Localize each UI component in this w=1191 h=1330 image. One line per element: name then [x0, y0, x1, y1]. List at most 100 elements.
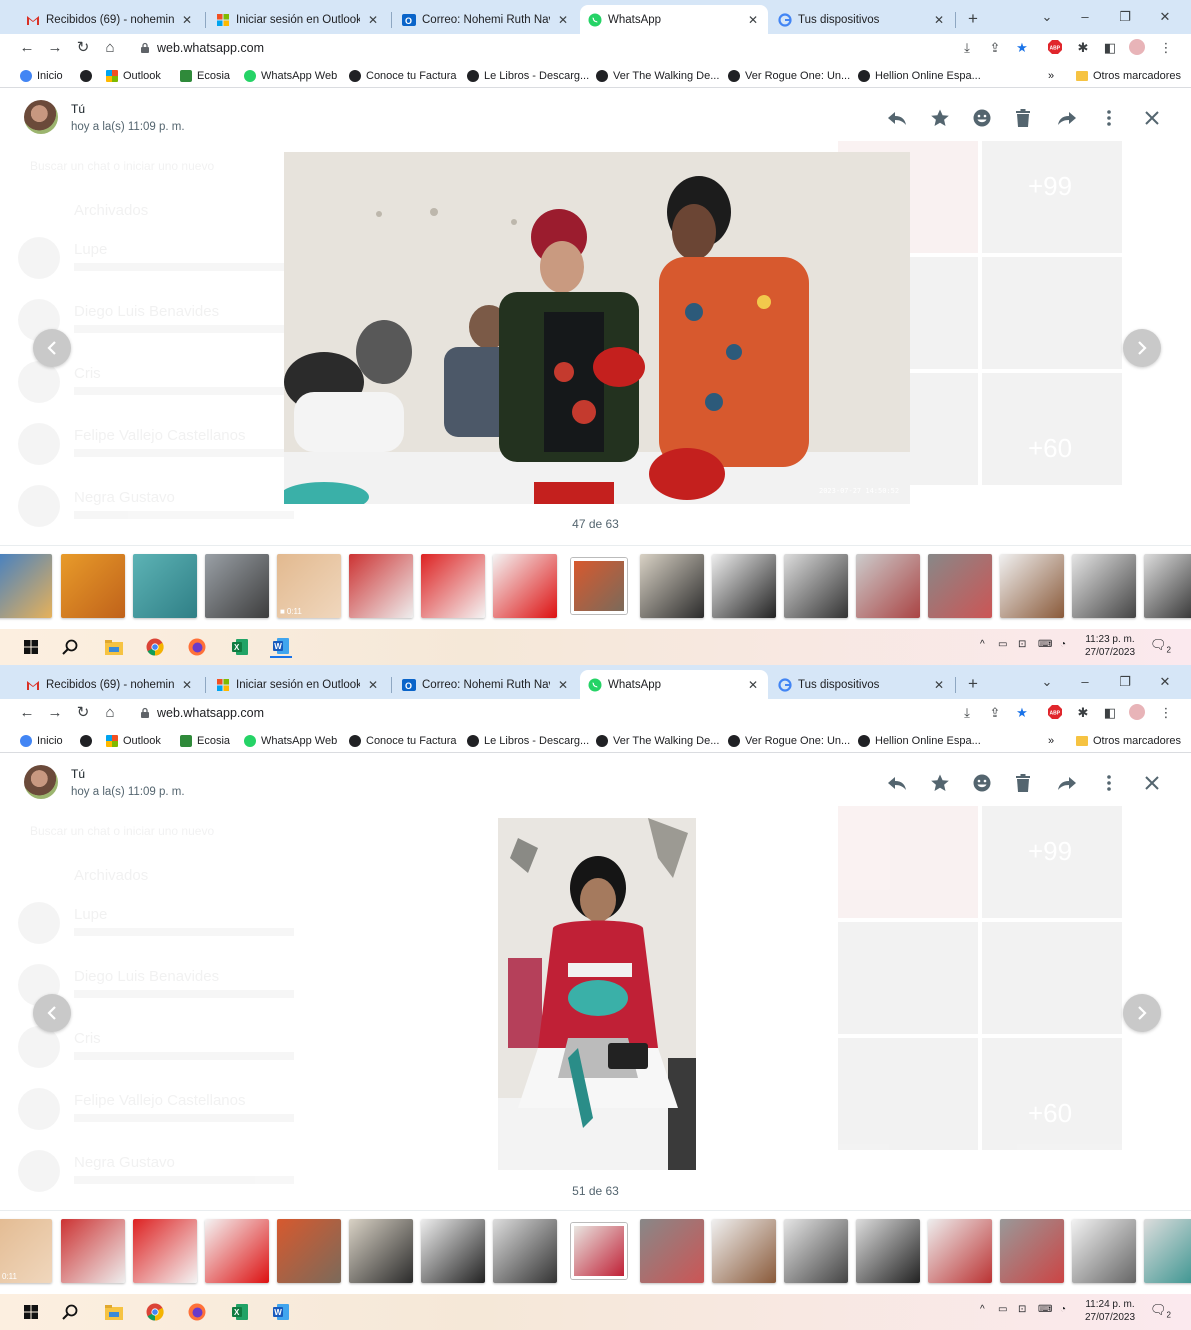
media-thumbnail[interactable]	[61, 554, 125, 618]
keyboard-icon[interactable]: ⌨	[1038, 1304, 1052, 1315]
bookmark-walking-dead[interactable]: Ver The Walking De...	[596, 733, 719, 749]
network-icon[interactable]: ⊡	[1018, 1304, 1026, 1315]
media-thumbnail-selected[interactable]	[571, 558, 627, 614]
excel-icon[interactable]: X	[229, 1301, 251, 1323]
previous-media-button[interactable]	[33, 329, 71, 367]
bookmark-hellion[interactable]: Hellion Online Espa...	[858, 68, 981, 84]
close-tab-icon[interactable]: ✕	[746, 678, 760, 692]
new-tab-button[interactable]: +	[962, 673, 984, 695]
star-icon[interactable]	[929, 107, 951, 129]
chevron-up-icon[interactable]: ^	[980, 1304, 985, 1315]
other-bookmarks[interactable]: Otros marcadores	[1076, 68, 1181, 84]
media-thumbnail[interactable]	[928, 1219, 992, 1283]
lock-icon[interactable]	[140, 42, 150, 53]
restore-button[interactable]: ❐	[1110, 6, 1140, 28]
windows-start-icon[interactable]	[20, 636, 42, 658]
tab-outlook-mail[interactable]: O Correo: Nohemi Ruth Navarr ✕	[394, 5, 578, 34]
media-thumbnail[interactable]	[421, 554, 485, 618]
system-clock[interactable]: 11:23 p. m. 27/07/2023	[1075, 633, 1145, 659]
bookmark-star-icon[interactable]: ★	[1013, 704, 1031, 722]
media-thumbnail[interactable]	[1144, 554, 1191, 618]
tab-outlook-login[interactable]: Iniciar sesión en Outlook ✕	[208, 670, 388, 699]
forward-icon[interactable]	[1056, 107, 1078, 129]
media-video-thumbnail[interactable]: 0:11	[0, 1219, 52, 1283]
minimize-button[interactable]: –	[1070, 671, 1100, 693]
browser-menu-icon[interactable]: ⋮	[1157, 39, 1175, 57]
word-icon[interactable]: W	[270, 1301, 292, 1323]
tab-whatsapp[interactable]: WhatsApp ✕	[580, 670, 768, 699]
media-video-thumbnail[interactable]: ■ 0:11	[277, 554, 341, 618]
bookmark-le-libros[interactable]: Le Libros - Descarg...	[467, 733, 589, 749]
reply-icon[interactable]	[886, 772, 908, 794]
emoji-icon[interactable]	[971, 107, 993, 129]
back-icon[interactable]: ←	[16, 702, 38, 724]
bookmark-outlook[interactable]: Outlook	[106, 733, 161, 749]
tab-search-chevron-icon[interactable]: ⌄	[1032, 671, 1062, 693]
browser-menu-icon[interactable]: ⋮	[1157, 704, 1175, 722]
file-explorer-icon[interactable]	[103, 636, 125, 658]
delete-icon[interactable]	[1012, 772, 1034, 794]
media-thumbnail[interactable]	[1072, 1219, 1136, 1283]
media-thumbnail[interactable]	[421, 1219, 485, 1283]
side-panel-icon[interactable]: ◧	[1101, 39, 1119, 57]
chrome-icon[interactable]	[144, 1301, 166, 1323]
bookmark-rogue-one[interactable]: Ver Rogue One: Un...	[728, 733, 850, 749]
share-icon[interactable]: ⇪	[986, 704, 1004, 722]
adblock-icon[interactable]: ABP	[1046, 704, 1064, 722]
media-thumbnail[interactable]	[0, 554, 52, 618]
restore-button[interactable]: ❐	[1110, 671, 1140, 693]
install-app-icon[interactable]: ⤓	[958, 39, 976, 57]
media-thumbnail[interactable]	[640, 1219, 704, 1283]
close-tab-icon[interactable]: ✕	[932, 678, 946, 692]
bookmark-whatsapp-web[interactable]: WhatsApp Web	[244, 68, 337, 84]
forward-nav-icon[interactable]: →	[44, 702, 66, 724]
close-tab-icon[interactable]: ✕	[556, 13, 570, 27]
home-icon[interactable]: ⌂	[99, 37, 121, 59]
windows-start-icon[interactable]	[20, 1301, 42, 1323]
sender-avatar[interactable]	[24, 765, 58, 799]
wifi-icon[interactable]: ◔	[1060, 639, 1066, 650]
media-thumbnail[interactable]	[1000, 554, 1064, 618]
bookmark-ecosia[interactable]: Ecosia	[180, 733, 230, 749]
media-thumbnail[interactable]	[1000, 1219, 1064, 1283]
lock-icon[interactable]	[140, 707, 150, 718]
system-clock[interactable]: 11:24 p. m. 27/07/2023	[1075, 1298, 1145, 1324]
bookmark-ecosia[interactable]: Ecosia	[180, 68, 230, 84]
minimize-button[interactable]: –	[1070, 6, 1100, 28]
close-tab-icon[interactable]: ✕	[180, 678, 194, 692]
bookmark-rogue-one[interactable]: Ver Rogue One: Un...	[728, 68, 850, 84]
close-tab-icon[interactable]: ✕	[366, 13, 380, 27]
close-icon[interactable]	[1141, 107, 1163, 129]
close-window-button[interactable]: ✕	[1150, 671, 1180, 693]
media-thumbnail[interactable]	[784, 554, 848, 618]
extensions-puzzle-icon[interactable]: ✱	[1074, 39, 1092, 57]
previous-media-button[interactable]	[33, 994, 71, 1032]
bookmark-star-icon[interactable]: ★	[1013, 39, 1031, 57]
extensions-puzzle-icon[interactable]: ✱	[1074, 704, 1092, 722]
close-tab-icon[interactable]: ✕	[932, 13, 946, 27]
excel-icon[interactable]: X	[229, 636, 251, 658]
install-app-icon[interactable]: ⤓	[958, 704, 976, 722]
tab-search-chevron-icon[interactable]: ⌄	[1032, 6, 1062, 28]
media-thumbnail[interactable]	[61, 1219, 125, 1283]
tab-outlook-login[interactable]: Iniciar sesión en Outlook ✕	[208, 5, 388, 34]
media-thumbnail[interactable]	[928, 554, 992, 618]
side-panel-icon[interactable]: ◧	[1101, 704, 1119, 722]
bookmark-hellion[interactable]: Hellion Online Espa...	[858, 733, 981, 749]
notification-icon[interactable]: 🗨2	[1150, 1302, 1171, 1320]
new-tab-button[interactable]: +	[962, 8, 984, 30]
word-icon[interactable]: W	[270, 636, 292, 658]
media-thumbnail[interactable]	[205, 1219, 269, 1283]
media-thumbnail[interactable]	[712, 1219, 776, 1283]
media-thumbnail-selected[interactable]	[571, 1223, 627, 1279]
reload-icon[interactable]: ↻	[72, 37, 94, 59]
search-icon[interactable]	[59, 1301, 81, 1323]
tab-tus-dispositivos[interactable]: Tus dispositivos ✕	[770, 670, 954, 699]
next-media-button[interactable]	[1123, 329, 1161, 367]
chevron-up-icon[interactable]: ^	[980, 639, 985, 650]
address-bar[interactable]: web.whatsapp.com	[157, 706, 264, 720]
search-icon[interactable]	[59, 636, 81, 658]
reload-icon[interactable]: ↻	[72, 702, 94, 724]
firefox-icon[interactable]	[186, 1301, 208, 1323]
forward-nav-icon[interactable]: →	[44, 37, 66, 59]
